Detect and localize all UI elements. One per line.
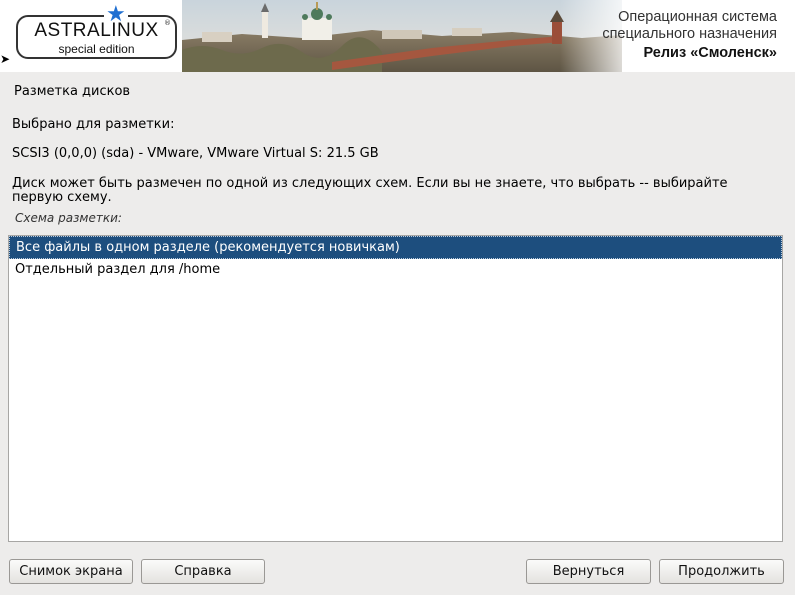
list-item-separate-home[interactable]: Отдельный раздел для /home <box>9 259 782 282</box>
help-button[interactable]: Справка <box>141 559 265 584</box>
disk-info: SCSI3 (0,0,0) (sda) - VMware, VMware Vir… <box>12 146 379 161</box>
mouse-cursor-icon: ➤ <box>0 52 11 66</box>
astralinux-logo: ★ ASTRALINUX ® special edition <box>16 4 177 59</box>
scheme-label: Схема разметки: <box>15 211 122 225</box>
os-caption: Операционная система специального назнач… <box>602 9 777 63</box>
logo-subtitle: special edition <box>58 42 135 56</box>
continue-button[interactable]: Продолжить <box>659 559 784 584</box>
screenshot-button[interactable]: Снимок экрана <box>9 559 133 584</box>
list-item-all-in-one[interactable]: Все файлы в одном разделе (рекомендуется… <box>9 236 782 259</box>
logo-title: ASTRALINUX <box>34 20 159 41</box>
partitioning-scheme-list[interactable]: Все файлы в одном разделе (рекомендуется… <box>8 235 783 542</box>
back-button[interactable]: Вернуться <box>526 559 651 584</box>
header-banner: ★ ASTRALINUX ® special edition Операцион… <box>0 0 795 72</box>
selected-for-partitioning-label: Выбрано для разметки: <box>12 117 175 132</box>
partitioning-description: Диск может быть размечен по одной из сле… <box>12 176 728 205</box>
os-name-line2: специального назначения <box>602 26 777 42</box>
smolensk-panorama-image <box>182 0 622 72</box>
os-name-line1: Операционная система <box>618 9 777 25</box>
logo-registered-mark: ® <box>164 19 171 27</box>
page-title: Разметка дисков <box>14 84 131 99</box>
release-name: Релиз «Смоленск» <box>643 45 777 61</box>
